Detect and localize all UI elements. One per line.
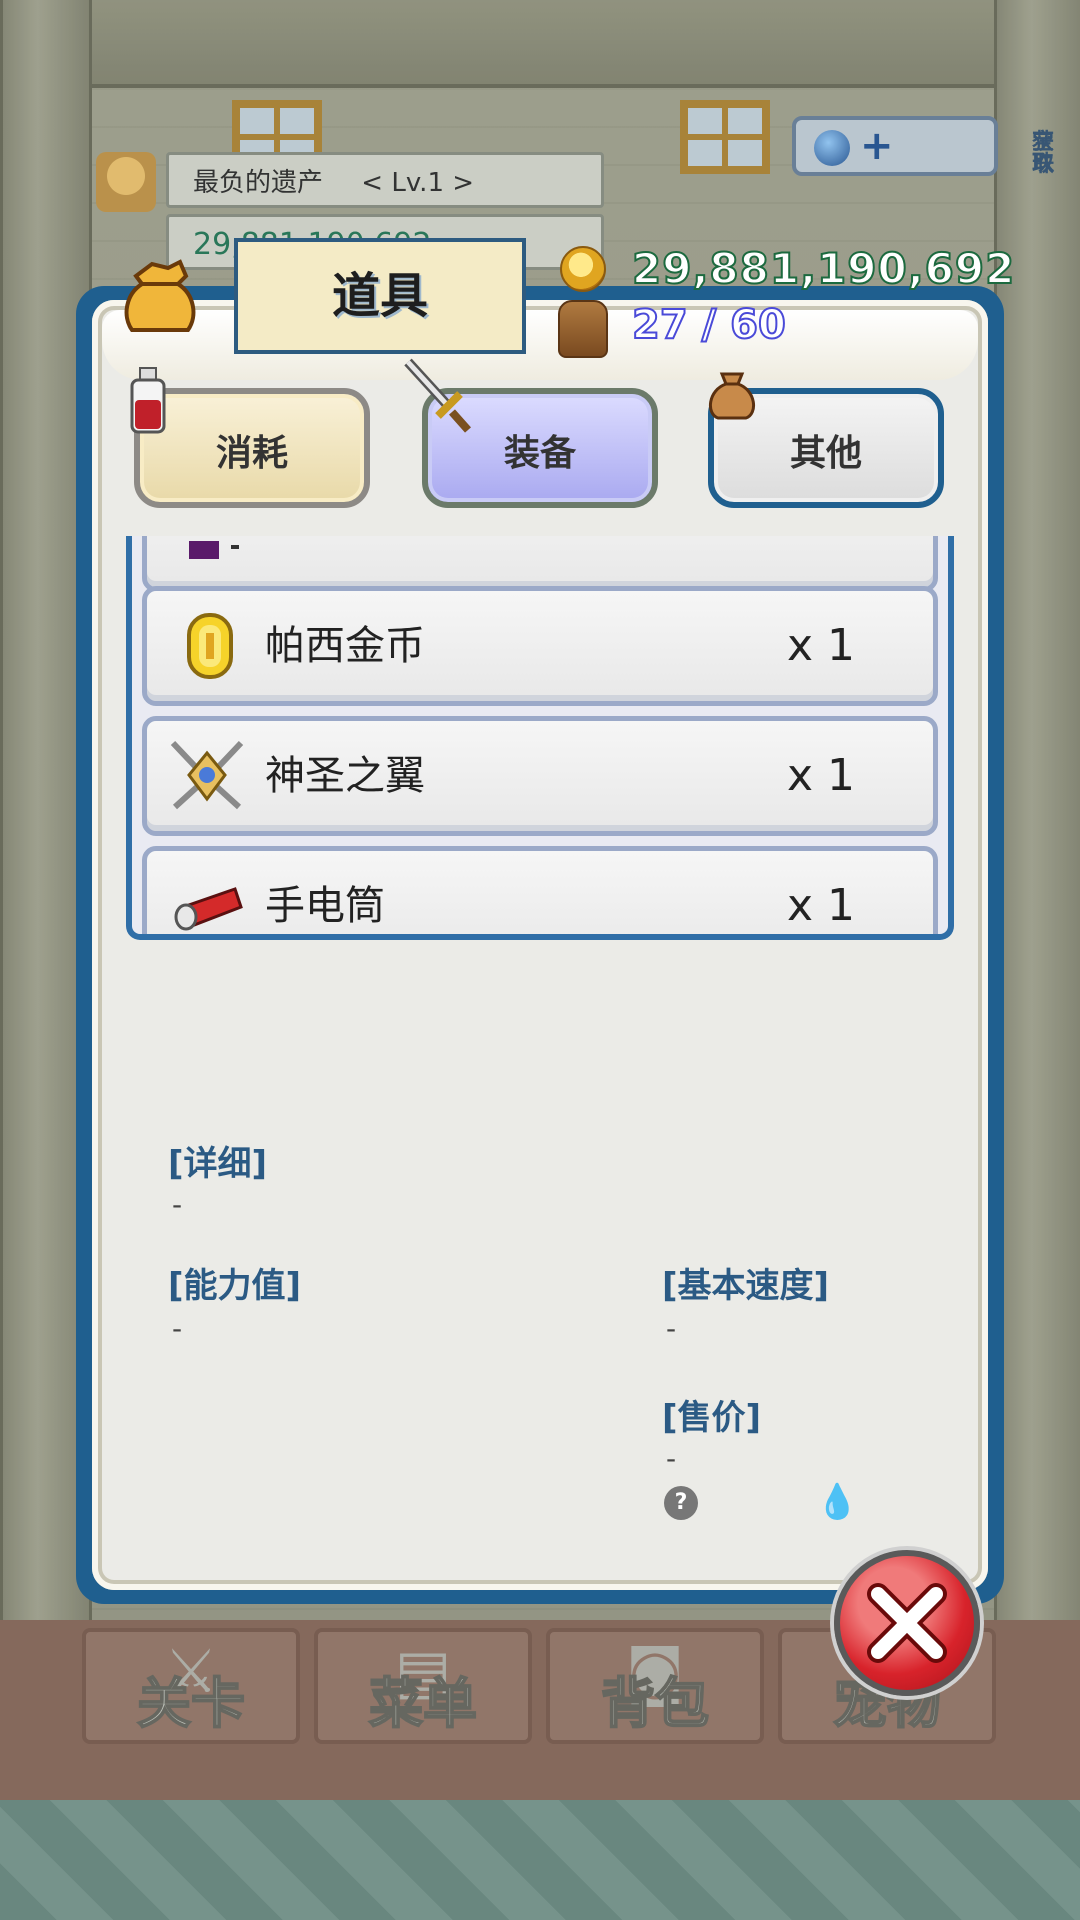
tab-other-label: 其他 [789,433,862,474]
list-item[interactable]: 帕西金币 x 1 [142,586,938,706]
item-quantity: x 1 [787,750,856,801]
base-speed-value: - [666,1312,677,1345]
stats-value: - [172,1312,183,1345]
holy-wings-icon [170,740,244,810]
pouch-icon [709,372,755,420]
tab-other[interactable]: 其他 [708,372,944,508]
detail-label: [详细] [168,1144,268,1184]
inventory-capacity: 27 / 60 [631,301,787,349]
sell-price-value: - [666,1442,677,1475]
gold-coin-icon [560,246,606,292]
item-bag-icon [124,259,196,332]
flashlight-icon [174,887,243,931]
sword-icon [404,358,471,433]
gold-coin-icon [187,613,233,679]
gold-amount: 29,881,190,692 [631,243,1016,294]
base-speed-label: [基本速度] [662,1266,830,1306]
help-icon[interactable]: ? [664,1486,698,1520]
tab-equipment[interactable]: 装备 [404,358,658,508]
tab-consumables-label: 消耗 [215,433,288,474]
item-quantity: x 1 [787,620,856,671]
tab-consumables[interactable]: 消耗 [130,367,370,508]
dialog-title: 道具 [234,238,526,354]
item-icon [189,541,239,559]
tab-equipment-label: 装备 [503,433,576,474]
drop-icon: 💧 [816,1482,859,1522]
potion-icon [130,367,166,434]
item-quantity: x 1 [787,880,856,931]
close-button[interactable] [834,1550,980,1696]
item-name: 帕西金币 [265,623,425,669]
list-item[interactable]: 手电筒 x 1 [142,846,938,934]
item-name: 手电筒 [265,883,385,929]
stats-label: [能力值] [168,1266,302,1306]
detail-value: - [172,1188,183,1221]
list-item-partial[interactable] [142,536,938,592]
list-item[interactable]: 神圣之翼 x 1 [142,716,938,836]
backpack-capacity-icon [558,300,608,358]
item-name: 神圣之翼 [265,753,425,799]
sell-price-label: [售价] [662,1398,762,1438]
close-icon [867,1583,947,1663]
item-list[interactable]: 帕西金币 x 1 神圣之翼 x 1 手电筒 x 1 [126,536,954,940]
